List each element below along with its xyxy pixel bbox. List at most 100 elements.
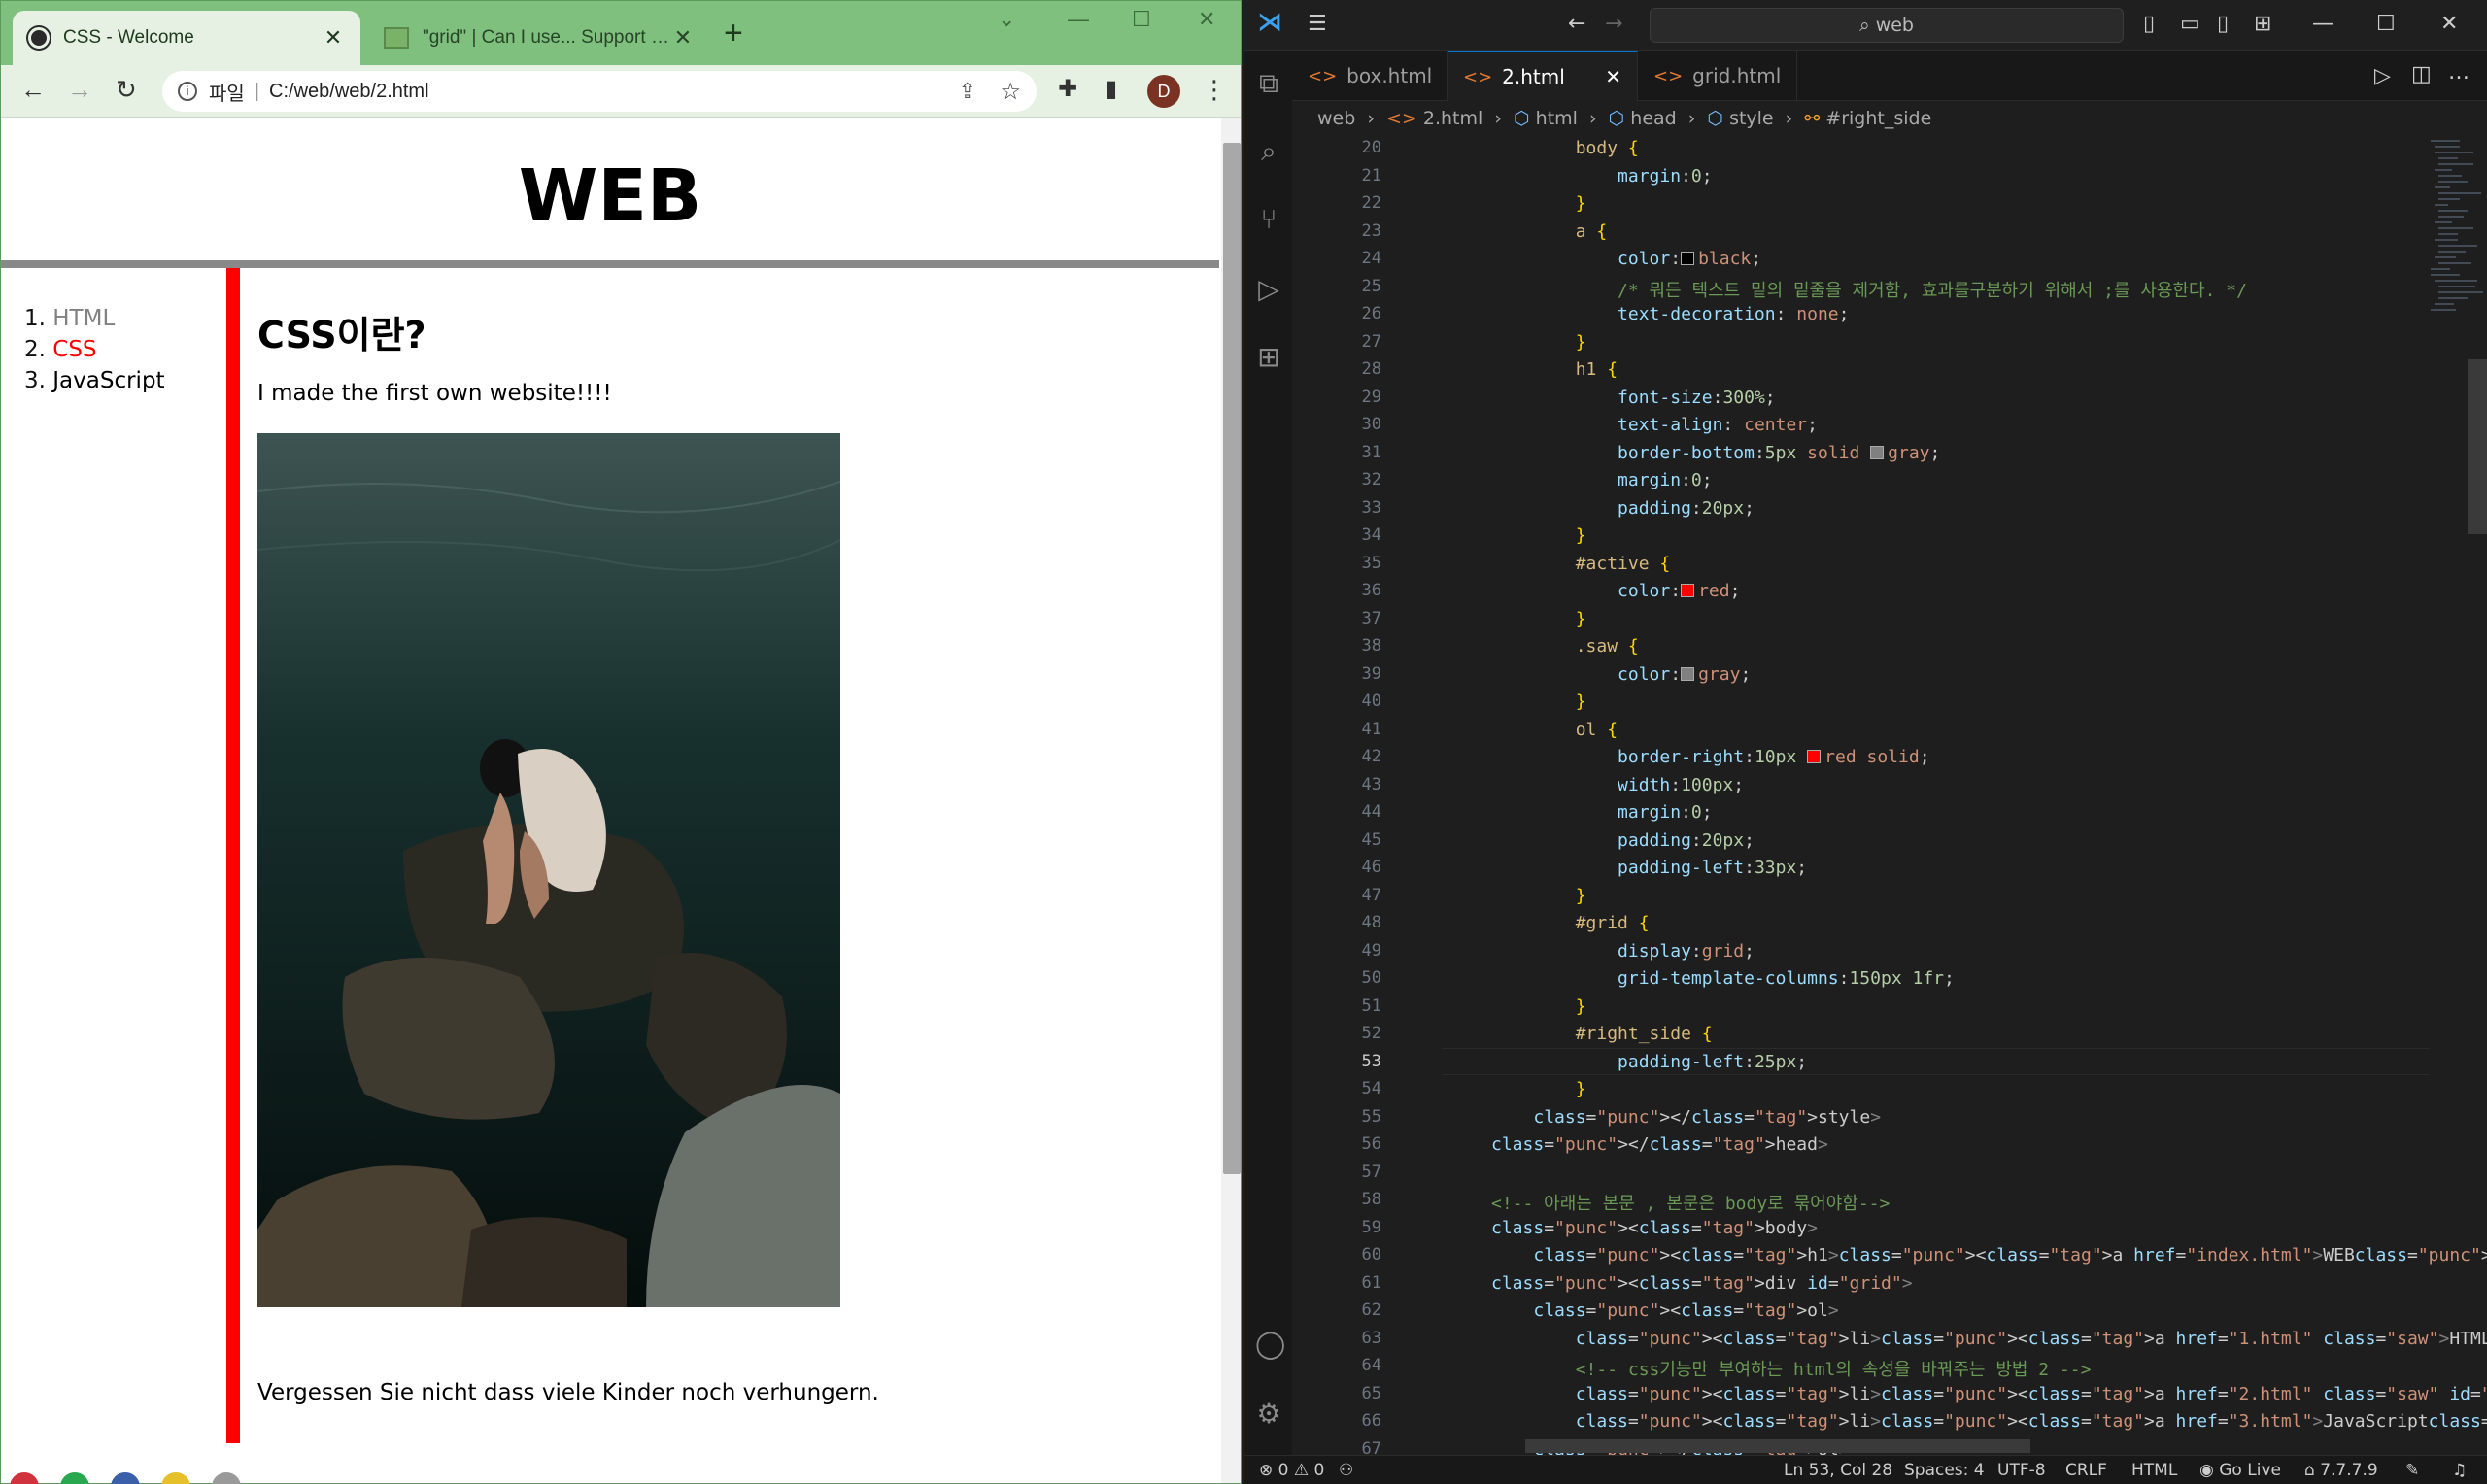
version-indicator[interactable]: ⌂ 7.7.7.9 [2304,1461,2378,1480]
code-line[interactable]: width:100px; [1491,775,1744,795]
code-line[interactable]: class="punc"></class="tag">style> [1491,1107,1881,1128]
problems-status[interactable]: ⊗ 0 ⚠ 0 [1259,1461,1324,1480]
toggle-primary-sidebar-icon[interactable]: ▯ [2143,12,2155,36]
minimap[interactable] [2427,136,2485,330]
share-icon[interactable]: ⇪ [959,79,976,104]
browser-tab[interactable]: "grid" | Can I use... Support tabl ✕ [368,11,710,65]
code-line[interactable]: } [1491,691,1586,712]
run-icon[interactable]: ▷ [2374,64,2391,88]
code-line[interactable]: class="punc"><class="tag">li>class="punc… [1491,1329,2487,1349]
breadcrumb-item[interactable]: head [1630,108,1676,129]
code-line[interactable]: class="punc"><class="tag">div id="grid"> [1491,1273,1913,1294]
code-line[interactable]: class="punc"><class="tag">ol> [1491,1300,1838,1321]
toggle-panel-icon[interactable]: ▭ [2180,12,2200,36]
close-icon[interactable]: ✕ [671,25,695,51]
minimize-icon[interactable]: — [1068,7,1089,32]
code-editor[interactable]: 20 21 22 23 24 25 26 27 28 29 30 31 32 33 34 35 36 37 38 39… [1292,136,2487,1460]
code-line[interactable]: text-decoration: none; [1491,304,1849,324]
code-line[interactable]: ol { [1491,720,1618,740]
code-line[interactable]: } [1491,996,1586,1017]
address-bar[interactable]: i 파일 | C:/web/web/2.html ⇪ ☆ [162,71,1037,112]
extensions-icon[interactable]: ⊞ [1255,344,1282,371]
notifications-bell-icon[interactable]: ♫ [2452,1461,2467,1480]
encoding[interactable]: UTF-8 [1997,1461,2046,1480]
code-line[interactable]: .saw { [1491,636,1639,657]
search-icon[interactable]: ⌕ [1255,138,1282,165]
explorer-icon[interactable]: ⧉ [1255,70,1282,97]
indentation[interactable]: Spaces: 4 [1904,1461,1985,1480]
code-line[interactable]: class="punc"></class="tag">head> [1491,1134,1828,1155]
avatar[interactable]: D [1147,75,1180,108]
maximize-icon[interactable]: ☐ [1132,7,1151,32]
code-line[interactable]: a { [1491,221,1608,242]
code-line[interactable]: /* 뭐든 텍스트 밑의 밑줄을 제거함, 효과를구분하기 위해서 ;를 사용한… [1491,277,2247,302]
nav-link-javascript[interactable]: JavaScript [52,368,164,393]
code-line[interactable]: <!-- 아래는 본문 , 본문은 body로 묶어야함--> [1491,1190,1890,1215]
browser-tab-active[interactable]: CSS - Welcome ✕ [13,11,360,65]
source-control-icon[interactable]: ⑂ [1255,206,1282,233]
menu-hamburger-icon[interactable]: ☰ [1308,12,1327,36]
tab-box-html[interactable]: <> box.html [1292,51,1448,101]
command-center-search[interactable]: ⌕ web [1650,8,2124,43]
code-line[interactable]: <!-- css기능만 부여하는 html의 속성을 바꿔주는 방법 2 --> [1491,1356,2092,1381]
tab-grid-html[interactable]: <> grid.html [1638,51,1797,101]
info-icon[interactable]: i [178,82,197,101]
code-line[interactable]: body { [1491,138,1639,158]
code-line[interactable]: text-align: center; [1491,415,1818,435]
code-line[interactable]: } [1491,886,1586,906]
page-title[interactable]: WEB [1,118,1219,268]
close-window-icon[interactable]: ✕ [1198,7,1215,32]
code-line[interactable]: #right_side { [1491,1024,1713,1044]
nav-link-html[interactable]: HTML [52,306,115,331]
editor-scrollbar-thumb[interactable] [2468,359,2487,534]
code-line[interactable]: class="punc"><class="tag">body> [1491,1218,1818,1238]
bookmark-star-icon[interactable]: ☆ [1000,78,1021,106]
split-editor-icon[interactable]: ◫ [2411,62,2432,86]
code-line[interactable]: #active { [1491,554,1671,574]
breadcrumb-item[interactable]: html [1536,108,1578,129]
code-line[interactable]: class="punc"><class="tag">h1>class="punc… [1491,1245,2487,1265]
back-icon[interactable]: ← [20,75,46,105]
code-line[interactable]: padding-left:25px; [1491,1052,1807,1072]
language-mode[interactable]: HTML [2131,1461,2177,1480]
code-line[interactable]: } [1491,193,1586,214]
code-line[interactable]: } [1491,609,1586,629]
settings-gear-icon[interactable]: ⚙ [1255,1400,1282,1428]
feedback-icon[interactable]: ✎ [2405,1461,2419,1480]
code-line[interactable]: #grid { [1491,913,1650,933]
scrollbar-thumb[interactable] [1223,143,1241,1174]
menu-kebab-icon[interactable]: ⋮ [1202,75,1227,105]
code-line[interactable]: class="punc"><class="tag">li>class="punc… [1491,1411,2487,1432]
code-line[interactable]: color: gray; [1491,664,1751,685]
new-tab-button[interactable]: + [724,15,743,52]
code-line[interactable]: display:grid; [1491,941,1755,961]
code-line[interactable]: padding:20px; [1491,830,1755,851]
breadcrumb-item[interactable]: #right_side [1825,108,1931,129]
line-ending[interactable]: CRLF [2065,1461,2107,1480]
close-icon[interactable]: ✕ [322,25,345,51]
close-window-icon[interactable]: ✕ [2440,12,2458,36]
code-line[interactable]: color: red; [1491,581,1740,601]
code-line[interactable]: } [1491,525,1586,546]
side-panel-icon[interactable]: ▮ [1105,75,1117,103]
cursor-position[interactable]: Ln 53, Col 28 [1784,1461,1892,1480]
back-icon[interactable]: ← [1568,12,1585,36]
forward-icon[interactable]: → [67,75,92,105]
maximize-icon[interactable]: ☐ [2376,12,2396,36]
customize-layout-icon[interactable]: ⊞ [2254,12,2271,36]
code-line[interactable]: border-bottom:5px solid gray; [1491,443,1940,463]
breadcrumb-item[interactable]: 2.html [1423,108,1482,129]
breadcrumb-item[interactable]: web [1317,108,1355,129]
code-line[interactable]: border-right:10px red solid; [1491,747,1929,767]
account-icon[interactable]: ◯ [1255,1331,1285,1358]
code-line[interactable]: padding-left:33px; [1491,858,1807,878]
tab-2-html[interactable]: <> 2.html ✕ [1448,51,1638,101]
code-line[interactable]: font-size:300%; [1491,388,1776,408]
nav-link-css[interactable]: CSS [52,337,96,362]
code-line[interactable]: margin:0; [1491,802,1713,823]
forward-icon[interactable]: → [1605,12,1622,36]
minimize-icon[interactable]: — [2312,12,2334,36]
code-line[interactable]: class="punc"><class="tag">li>class="punc… [1491,1384,2487,1404]
code-line[interactable]: } [1491,332,1586,353]
extensions-icon[interactable]: ✚ [1058,75,1077,103]
